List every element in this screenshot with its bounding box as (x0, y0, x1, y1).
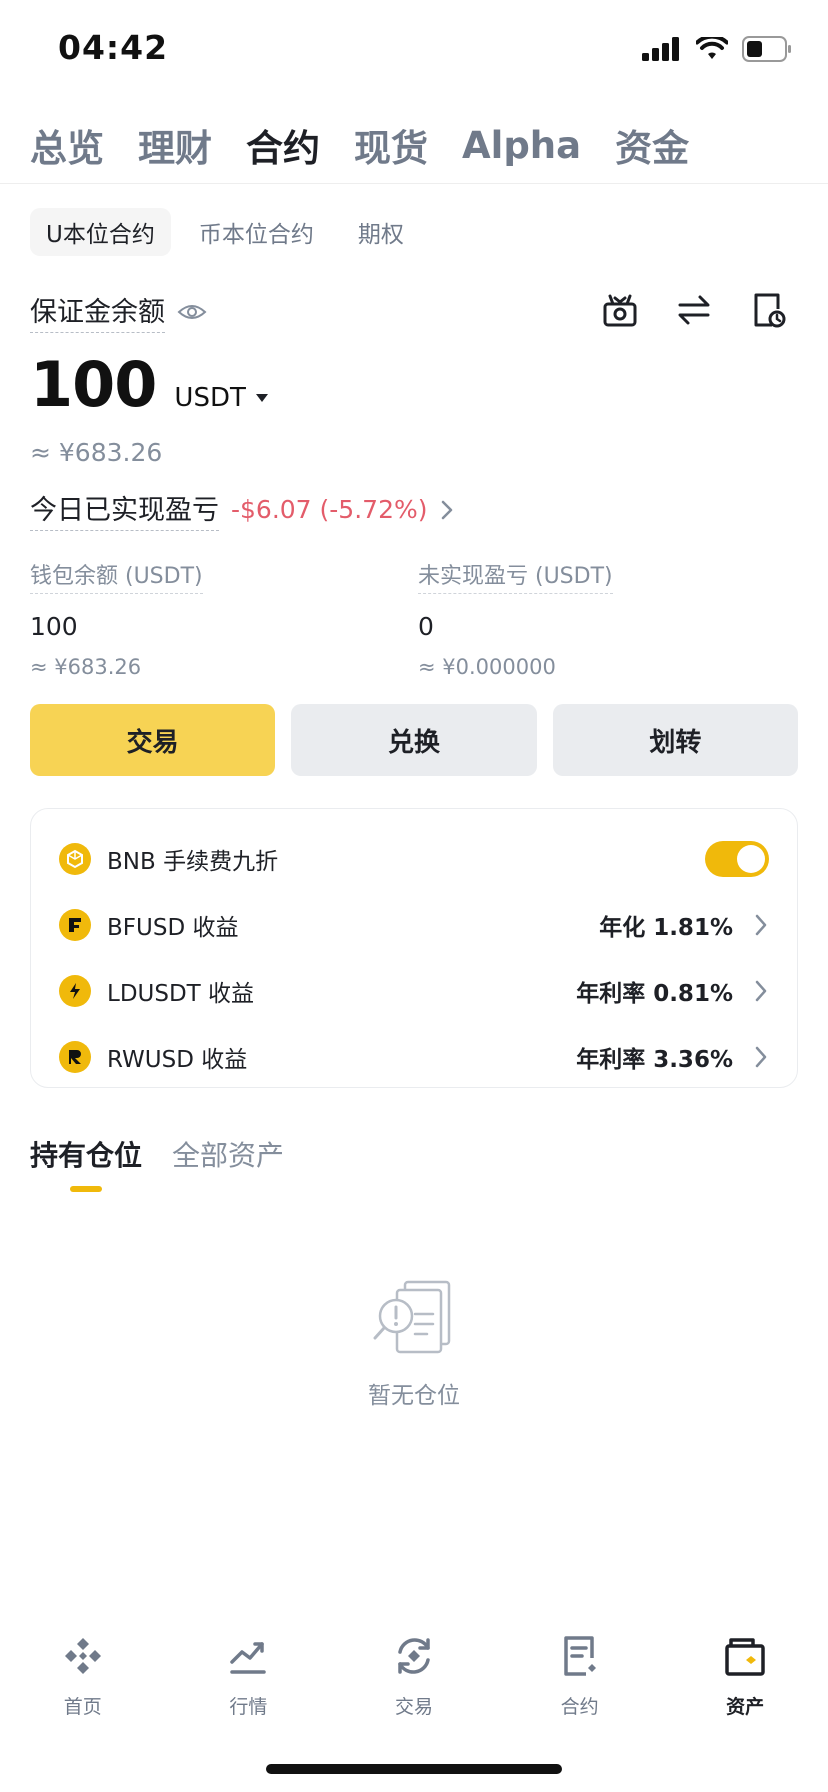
bfusd-rate: 年化 1.81% (599, 915, 733, 941)
balance-approx-cny: ≈ ¥683.26 (30, 438, 163, 467)
tab-open-positions[interactable]: 持有仓位 (30, 1134, 142, 1174)
bottom-nav-futures[interactable]: 合约 (497, 1632, 663, 1742)
bnb-fee-toggle[interactable] (705, 841, 769, 877)
history-document-icon[interactable] (748, 290, 788, 330)
rwusd-earnings-row[interactable]: RWUSD 收益 年利率 3.36% (59, 1035, 769, 1079)
nav-tab-alpha[interactable]: Alpha (462, 124, 581, 167)
margin-balance-value: 100 (30, 348, 157, 421)
cellular-signal-icon (642, 37, 679, 61)
currency-selector[interactable]: USDT (174, 383, 269, 413)
transfer-button[interactable]: 划转 (552, 704, 798, 776)
wallet-balance-cny: ≈ ¥683.26 (30, 655, 142, 679)
margin-balance-label[interactable]: 保证金余额 (30, 290, 165, 333)
futures-contract-icon (556, 1632, 604, 1680)
tab-all-assets[interactable]: 全部资产 (172, 1134, 284, 1174)
active-tab-indicator (70, 1186, 102, 1192)
transfer-arrows-icon[interactable] (674, 290, 714, 330)
ldusdt-coin-icon (59, 975, 91, 1007)
sub-tab-options[interactable]: 期权 (342, 208, 420, 256)
nav-divider (0, 183, 828, 184)
bnb-fee-discount-row: BNB 手续费九折 (59, 837, 769, 881)
unrealized-pnl-label[interactable]: 未实现盈亏 (USDT) (418, 558, 613, 594)
wallet-balance-value: 100 (30, 612, 78, 641)
chevron-right-icon (755, 1046, 767, 1068)
balance-row: 100 USDT (30, 348, 270, 421)
action-buttons: 交易 兑换 划转 (30, 704, 798, 776)
chevron-right-icon (755, 914, 767, 936)
header-action-icons (600, 290, 788, 330)
bnb-coin-icon (59, 843, 91, 875)
ldusdt-earnings-label: LDUSDT 收益 (107, 981, 255, 1007)
currency-unit: USDT (174, 383, 246, 413)
ldusdt-rate: 年利率 0.81% (576, 981, 733, 1007)
bottom-nav-markets[interactable]: 行情 (166, 1632, 332, 1742)
unrealized-pnl-stat: 未实现盈亏 (USDT) 0 ≈ ¥0.000000 (418, 558, 613, 679)
toggle-knob (737, 845, 765, 873)
bottom-nav-home-label: 首页 (63, 1696, 102, 1718)
nav-tab-futures[interactable]: 合约 (246, 118, 320, 172)
battery-icon (742, 36, 791, 62)
bottom-nav-markets-label: 行情 (229, 1696, 268, 1718)
bfusd-earnings-row[interactable]: BFUSD 收益 年化 1.81% (59, 903, 769, 947)
wallet-balance-label: 钱包余额 (USDT) (30, 558, 203, 594)
rwusd-rate: 年利率 3.36% (576, 1047, 733, 1073)
bottom-nav-home[interactable]: 首页 (0, 1632, 166, 1742)
trade-button[interactable]: 交易 (30, 704, 276, 776)
nav-tab-spot[interactable]: 现货 (354, 118, 428, 172)
bottom-nav-assets-label: 资产 (726, 1696, 765, 1718)
todays-pnl-label: 今日已实现盈亏 (30, 488, 219, 531)
sub-tab-coinm-futures[interactable]: 币本位合约 (183, 208, 330, 256)
nav-tab-overview[interactable]: 总览 (30, 118, 104, 172)
bottom-nav-futures-label: 合约 (560, 1696, 599, 1718)
rwusd-coin-icon (59, 1041, 91, 1073)
sub-tab-usdm-futures[interactable]: U本位合约 (30, 208, 171, 256)
status-time: 04:42 (58, 28, 169, 67)
market-chart-icon (224, 1632, 272, 1680)
bnb-fee-discount-label: BNB 手续费九折 (107, 849, 279, 875)
positions-tabs: 持有仓位 全部资产 (30, 1134, 284, 1174)
margin-balance-header: 保证金余额 (30, 290, 207, 333)
todays-pnl-value: -$6.07 (-5.72%) (231, 495, 428, 524)
nav-tab-earn[interactable]: 理财 (138, 118, 212, 172)
bottom-nav-trade[interactable]: 交易 (331, 1632, 497, 1742)
empty-document-icon (373, 1280, 451, 1354)
chevron-right-icon (442, 500, 453, 519)
empty-positions: 暂无仓位 (0, 1278, 828, 1410)
caret-down-icon (255, 394, 268, 402)
todays-pnl-row[interactable]: 今日已实现盈亏 -$6.07 (-5.72%) (30, 488, 455, 531)
wallet-balance-stat: 钱包余额 (USDT) 100 ≈ ¥683.26 (30, 558, 203, 679)
status-bar: 04:42 (0, 0, 828, 100)
convert-button[interactable]: 兑换 (291, 704, 537, 776)
unrealized-pnl-cny: ≈ ¥0.000000 (418, 655, 556, 679)
chevron-right-icon (755, 980, 767, 1002)
rwusd-earnings-label: RWUSD 收益 (107, 1047, 248, 1073)
gift-box-icon[interactable] (600, 290, 640, 330)
home-indicator (266, 1764, 562, 1774)
trade-exchange-icon (390, 1632, 438, 1680)
wallet-icon (721, 1632, 769, 1680)
bottom-nav: 首页 行情 交易 合约 资产 (0, 1632, 828, 1742)
unrealized-pnl-value: 0 (418, 612, 434, 641)
earnings-card: BNB 手续费九折 BFUSD 收益 年化 1.81% LDUSDT 收益 年利… (30, 808, 798, 1088)
bfusd-coin-icon (59, 909, 91, 941)
bfusd-earnings-label: BFUSD 收益 (107, 915, 239, 941)
top-nav: 总览 理财 合约 现货 Alpha 资金 (30, 112, 798, 178)
bottom-nav-assets[interactable]: 资产 (662, 1632, 828, 1742)
empty-positions-text: 暂无仓位 (368, 1383, 460, 1409)
sub-tabs: U本位合约 币本位合约 期权 (30, 208, 420, 256)
wifi-icon (696, 37, 728, 59)
ldusdt-earnings-row[interactable]: LDUSDT 收益 年利率 0.81% (59, 969, 769, 1013)
status-icons (642, 36, 792, 62)
bottom-nav-trade-label: 交易 (394, 1696, 433, 1718)
eye-icon[interactable] (177, 302, 207, 322)
nav-tab-funding[interactable]: 资金 (615, 118, 689, 172)
binance-logo-icon (59, 1632, 107, 1680)
